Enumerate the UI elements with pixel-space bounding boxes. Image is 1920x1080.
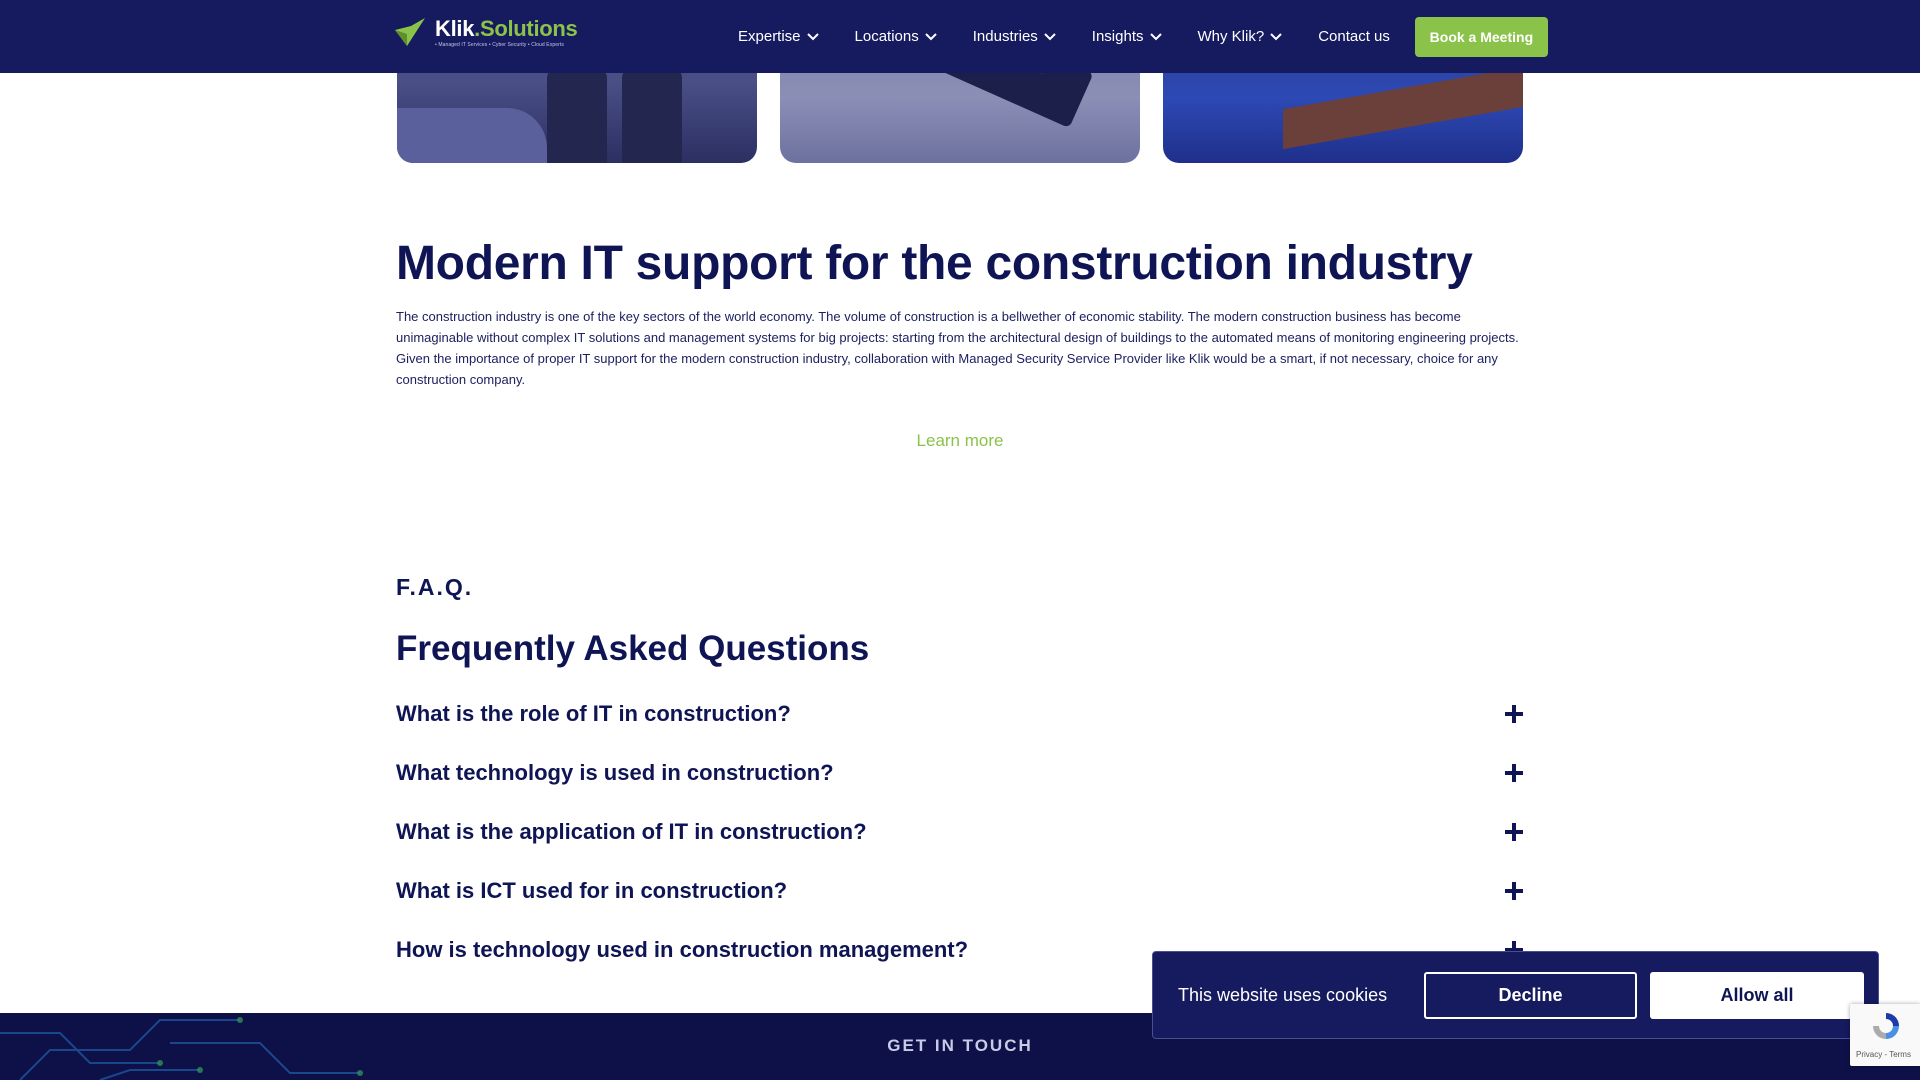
allow-all-cookies-button[interactable]: Allow all (1650, 971, 1864, 1019)
nav-item-insights[interactable]: Insights (1092, 28, 1162, 45)
chevron-down-icon (806, 32, 819, 40)
get-in-touch-heading: GET IN TOUCH (887, 1036, 1033, 1055)
chevron-down-icon (1044, 32, 1056, 40)
plus-icon[interactable] (1504, 821, 1524, 841)
chevron-down-icon (1149, 32, 1162, 40)
nav-item-locations[interactable]: Locations (855, 28, 937, 45)
logo-wordmark: Klik (435, 16, 475, 41)
site-header: Klik.Solutions • Managed IT Services • C… (0, 0, 1920, 73)
page-title: Modern IT support for the construction i… (396, 237, 1473, 290)
faq-eyebrow: F.A.Q. (396, 574, 474, 600)
faq-title: Frequently Asked Questions (396, 629, 870, 668)
nav-item-contact-us[interactable]: Contact us (1318, 28, 1390, 45)
cookie-message: This website uses cookies (1178, 984, 1388, 1005)
logo-tagline: • Managed IT Services • Cyber Security •… (435, 42, 564, 48)
faq-question: What is the role of IT in construction? (396, 701, 791, 726)
recaptcha-terms[interactable]: Privacy - Terms (1856, 1050, 1911, 1059)
learn-more-link[interactable]: Learn more (917, 431, 1004, 450)
plus-icon[interactable] (1504, 880, 1524, 900)
main-nav: Expertise Locations Industries Insights … (738, 0, 1548, 73)
chevron-down-icon (925, 32, 937, 40)
faq-question: What is ICT used for in construction? (396, 878, 788, 903)
faq-list: What is the role of IT in construction? … (396, 697, 1524, 992)
decline-cookies-button[interactable]: Decline (1424, 971, 1637, 1019)
logo-mark-icon (395, 18, 425, 46)
nav-item-label: Expertise (738, 28, 801, 45)
faq-question: How is technology used in construction m… (396, 937, 969, 962)
faq-item[interactable]: What technology is used in construction? (396, 756, 1524, 815)
book-meeting-button[interactable]: Book a Meeting (1414, 16, 1548, 57)
nav-item-expertise[interactable]: Expertise (738, 28, 819, 45)
faq-question: What is the application of IT in constru… (396, 819, 867, 844)
faq-question: What technology is used in construction? (396, 760, 834, 785)
logo-wordmark-suffix: .Solutions (474, 16, 578, 41)
plus-icon[interactable] (1504, 762, 1524, 782)
faq-item[interactable]: What is the role of IT in construction? (396, 697, 1524, 756)
plus-icon[interactable] (1504, 703, 1524, 723)
site-logo[interactable]: Klik.Solutions • Managed IT Services • C… (393, 16, 578, 50)
recaptcha-icon (1873, 1013, 1899, 1039)
nav-item-industries[interactable]: Industries (973, 28, 1056, 45)
faq-item[interactable]: What is ICT used for in construction? (396, 874, 1524, 933)
intro-paragraph: The construction industry is one of the … (396, 309, 1519, 387)
cookie-banner: This website uses cookies Decline Allow … (1152, 951, 1879, 1039)
faq-item[interactable]: What is the application of IT in constru… (396, 815, 1524, 874)
nav-item-label: Why Klik? (1197, 28, 1265, 45)
nav-item-label: Industries (972, 28, 1038, 45)
nav-item-label: Locations (854, 28, 919, 45)
nav-item-why-klik[interactable]: Why Klik? (1198, 28, 1283, 45)
chevron-down-icon (1270, 32, 1282, 40)
nav-item-label: Insights (1091, 28, 1144, 45)
nav-item-label: Contact us (1318, 28, 1390, 45)
recaptcha-badge[interactable]: Privacy - Terms (1850, 1004, 1920, 1066)
